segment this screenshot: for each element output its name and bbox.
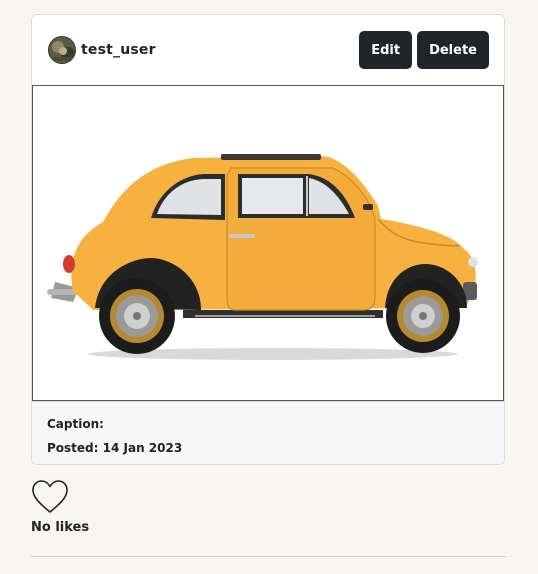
like-button[interactable] <box>31 479 69 515</box>
avatar-image <box>49 37 75 63</box>
car-image <box>47 154 478 360</box>
post-card: test_user Edit Delete Caption: Posted: 1… <box>31 14 505 465</box>
post-author[interactable]: test_user <box>48 36 156 64</box>
post-actions: Edit Delete <box>359 31 489 69</box>
posted-label: Posted: <box>47 441 99 455</box>
likes-count: No likes <box>31 520 90 535</box>
post-image <box>32 85 504 401</box>
divider <box>31 556 506 557</box>
caption-row: Caption: <box>47 414 489 438</box>
post-header: test_user Edit Delete <box>32 15 504 85</box>
posted-row: Posted: 14 Jan 2023 <box>47 438 489 462</box>
caption-label: Caption: <box>47 417 104 431</box>
username[interactable]: test_user <box>81 42 156 58</box>
delete-button[interactable]: Delete <box>417 31 489 69</box>
heart-outline-icon[interactable] <box>31 479 69 515</box>
post-details: Caption: Posted: 14 Jan 2023 <box>32 401 504 464</box>
edit-button[interactable]: Edit <box>359 31 413 69</box>
posted-date: 14 Jan 2023 <box>102 441 183 455</box>
avatar[interactable] <box>48 36 76 64</box>
